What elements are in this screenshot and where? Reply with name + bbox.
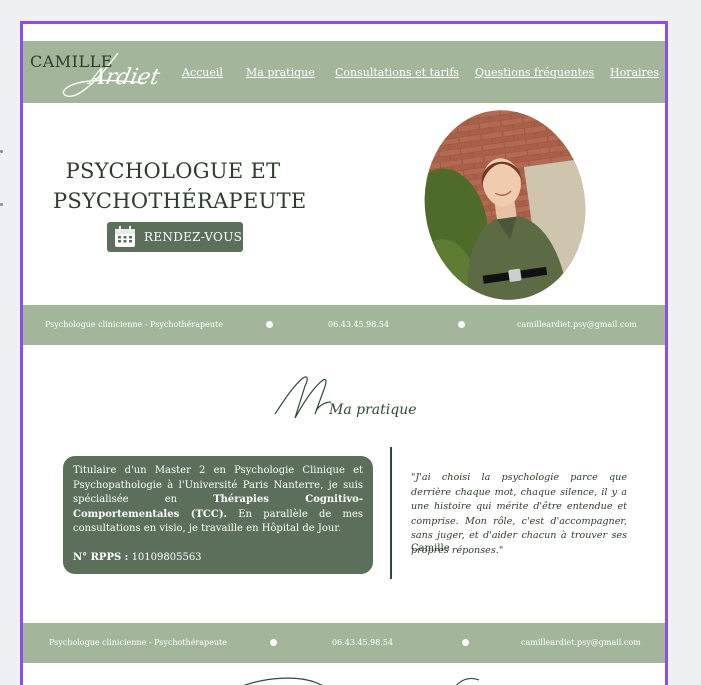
separator-dot — [458, 321, 465, 328]
page-margin-dots — [0, 150, 4, 256]
rendez-vous-label: RENDEZ-VOUS — [144, 230, 243, 244]
info-band-phone[interactable]: 06.43.45.98.54 — [328, 320, 389, 329]
nav-link-ma-pratique[interactable]: Ma pratique — [246, 66, 315, 79]
info-band-bottom: Psychologue clinicienne - Psychothérapeu… — [23, 623, 665, 663]
logo-last-name: Ardiet — [87, 65, 163, 90]
portrait-photo — [412, 99, 598, 311]
info-band-email[interactable]: camilleardiet.psy@gmail.com — [517, 320, 637, 329]
bio-card: Titulaire d'un Master 2 en Psychologie C… — [63, 456, 373, 574]
next-section-heading-swash — [243, 677, 480, 685]
info-band-top: Psychologue clinicienne - Psychothérapeu… — [23, 305, 665, 345]
section-heading-text: Ma pratique — [329, 402, 417, 418]
rpps-line: N° RPPS : 10109805563 — [73, 551, 363, 566]
separator-dot — [270, 639, 277, 646]
quote-divider — [390, 447, 392, 579]
nav-link-accueil[interactable]: Accueil — [182, 66, 223, 79]
nav-link-consultations-tarifs[interactable]: Consultations et tarifs — [335, 66, 459, 79]
page-frame: CAMILLE Ardiet Accueil Ma pratique Consu… — [20, 21, 668, 685]
rpps-label: N° RPPS : — [73, 551, 129, 563]
separator-dot — [266, 321, 273, 328]
nav-link-horaires[interactable]: Horaires — [610, 66, 659, 79]
section-heading-ma-pratique: Ma pratique — [269, 372, 429, 426]
info-band-title: Psychologue clinicienne - Psychothérapeu… — [45, 320, 223, 329]
hero-title-line-2: PSYCHOTHÉRAPEUTE — [53, 189, 307, 213]
info-band-email[interactable]: camilleardiet.psy@gmail.com — [521, 638, 641, 647]
nav-link-questions-frequentes[interactable]: Questions fréquentes — [475, 66, 594, 79]
quote-author: Camille — [411, 543, 450, 554]
info-band-phone[interactable]: 06.43.45.98.54 — [332, 638, 393, 647]
rpps-value: 10109805563 — [131, 551, 202, 563]
calendar-icon — [115, 226, 135, 247]
site-logo[interactable]: CAMILLE Ardiet — [30, 49, 162, 97]
hero-title: PSYCHOLOGUE ET PSYCHOTHÉRAPEUTE — [53, 156, 306, 216]
info-band-title: Psychologue clinicienne - Psychothérapeu… — [49, 638, 227, 647]
rendez-vous-button[interactable]: RENDEZ-VOUS — [107, 222, 243, 252]
top-navigation: CAMILLE Ardiet Accueil Ma pratique Consu… — [23, 41, 665, 103]
hero-title-line-1: PSYCHOLOGUE ET — [65, 159, 281, 183]
separator-dot — [462, 639, 469, 646]
